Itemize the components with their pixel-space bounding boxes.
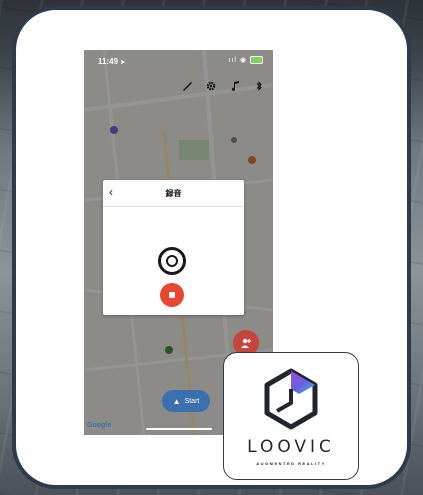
gear-icon[interactable] — [205, 80, 217, 92]
brush-icon[interactable] — [181, 80, 193, 92]
stop-icon — [169, 292, 175, 298]
map-toolbar — [181, 80, 265, 94]
navigation-arrow-icon: ▲ — [172, 396, 181, 406]
recording-dialog: ‹ 録音 — [103, 180, 244, 315]
promo-card: 11:49 ➤ ııl ◉ ‹ 録音 ▲ Start Google LOOVIC… — [12, 6, 411, 489]
status-bar: 11:49 ➤ ııl ◉ — [84, 50, 273, 72]
start-label: Start — [184, 397, 200, 405]
bluetooth-icon[interactable] — [253, 80, 265, 92]
dialog-title: 録音 — [165, 189, 182, 198]
wifi-icon: ◉ — [239, 57, 248, 64]
recording-indicator-icon — [158, 247, 186, 275]
loovic-logo-box: LOOVIC AUGMENTED REALITY — [223, 352, 359, 480]
start-button[interactable]: ▲ Start — [162, 390, 210, 412]
dialog-header: ‹ 録音 — [103, 180, 244, 207]
loovic-cube-icon — [264, 368, 318, 430]
signal-icon: ııl — [228, 57, 237, 64]
google-logo: Google — [87, 422, 112, 429]
brand-name: LOOVIC — [247, 437, 335, 457]
person-add-icon — [241, 338, 251, 348]
status-icons: ııl ◉ — [228, 56, 263, 65]
brand-tagline: AUGMENTED REALITY — [256, 461, 326, 466]
stop-recording-button[interactable] — [160, 283, 184, 307]
music-note-icon[interactable] — [229, 80, 241, 92]
home-indicator — [146, 428, 212, 430]
status-time: 11:49 ➤ — [98, 57, 126, 66]
battery-icon — [250, 56, 263, 65]
